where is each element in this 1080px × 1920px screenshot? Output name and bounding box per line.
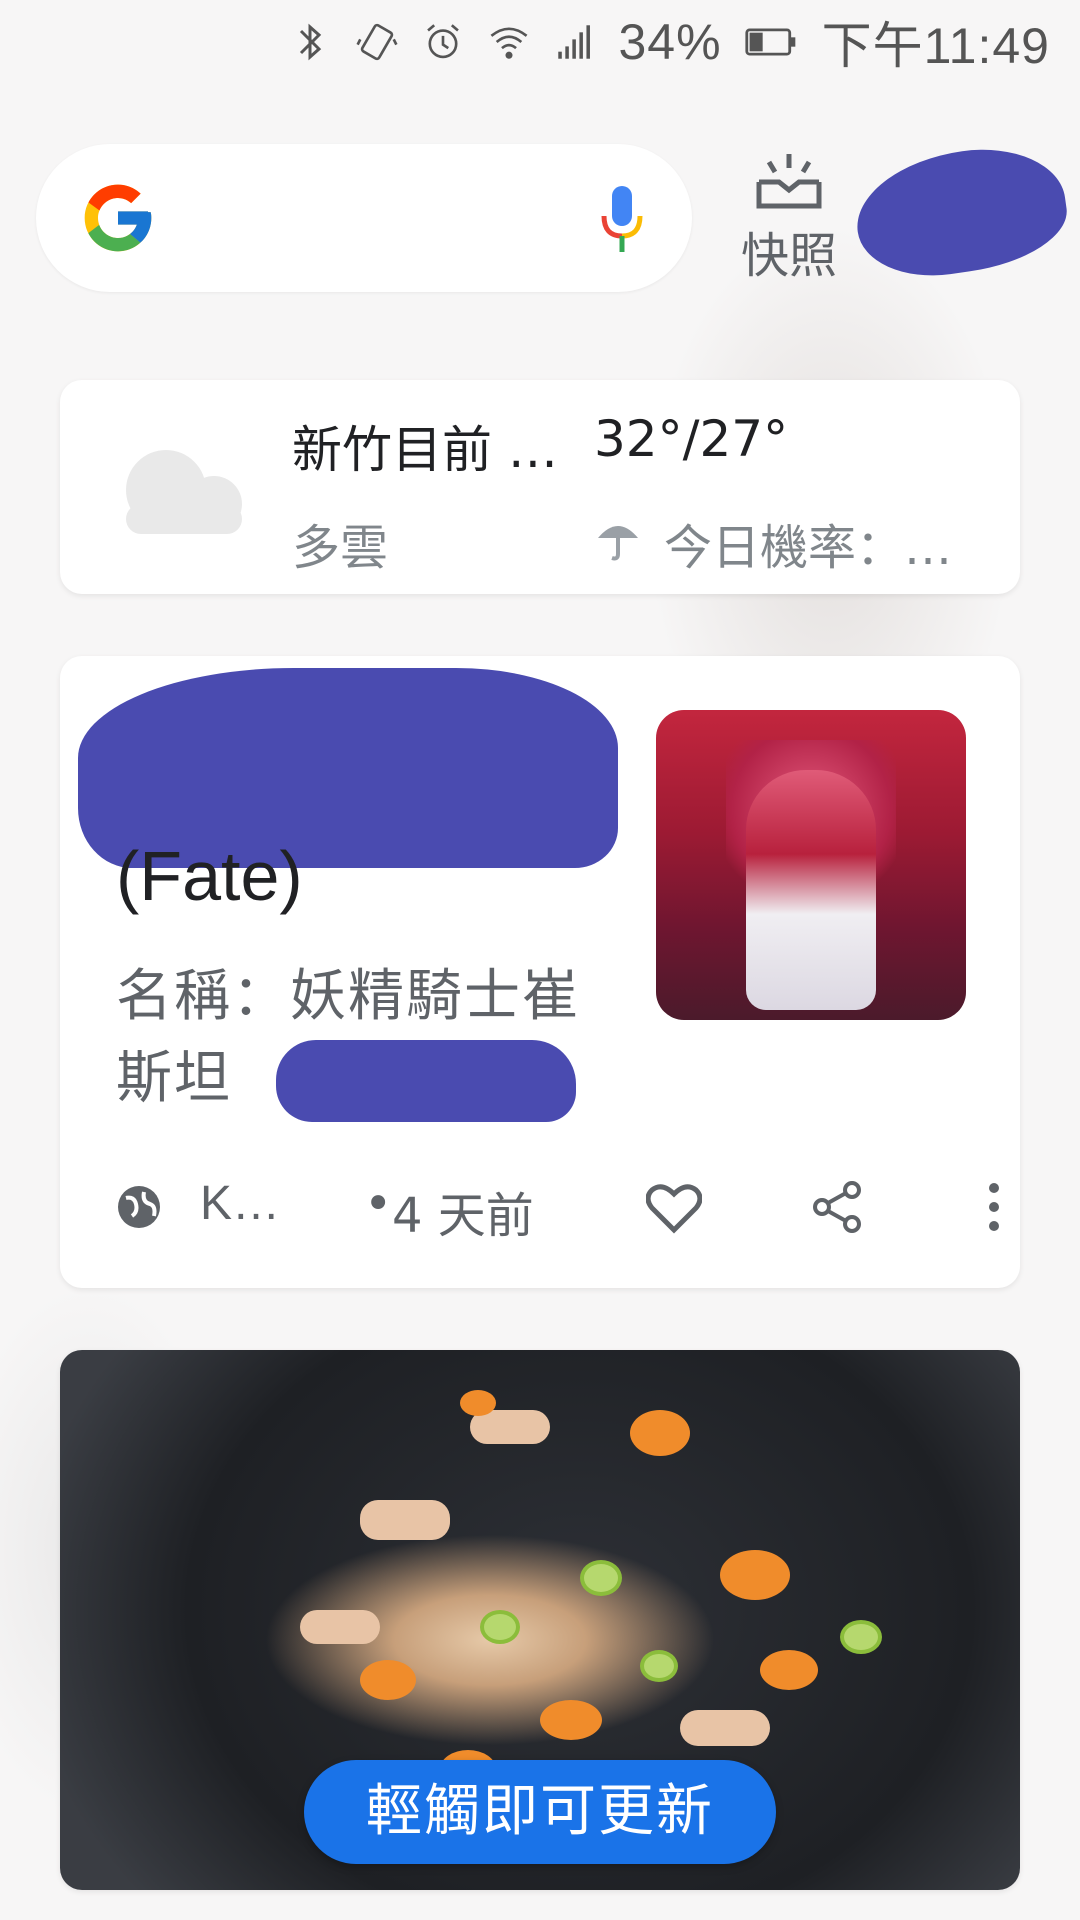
food-piece (460, 1390, 496, 1416)
weather-card[interactable]: 新竹目前 … 32°/27° 多雲 今日機率：… (60, 380, 1020, 594)
signal-icon (557, 25, 590, 59)
cloud-icon (126, 450, 242, 534)
article-card[interactable]: (Fate) 名稱：妖精騎士崔 斯坦. K… • 4 天前 (60, 656, 1020, 1288)
article-thumbnail[interactable] (656, 710, 966, 1020)
weather-temp: 32°/27° (594, 410, 789, 468)
food-piece (630, 1410, 690, 1456)
share-icon[interactable] (810, 1180, 864, 1234)
article-footer: K… • 4 天前 (116, 1172, 999, 1244)
food-piece (580, 1560, 622, 1596)
food-piece (640, 1650, 678, 1682)
google-g-icon (84, 184, 152, 252)
article-title: (Fate) (116, 837, 303, 915)
food-piece (720, 1550, 790, 1600)
snapshot-icon (756, 154, 822, 209)
weather-condition: 多雲 (292, 520, 389, 576)
food-piece (680, 1710, 770, 1746)
food-piece (300, 1610, 380, 1644)
article-age: 4 天前 (392, 1188, 534, 1244)
food-piece (540, 1700, 602, 1740)
battery-percent: 34% (618, 14, 722, 70)
weather-title: 新竹目前 … (292, 421, 558, 479)
alarm-icon (426, 24, 459, 59)
article-desc-line2: 斯坦 (116, 1046, 232, 1111)
search-bar[interactable] (36, 144, 692, 292)
heart-icon[interactable] (646, 1180, 702, 1234)
wifi-icon (490, 27, 527, 59)
redacted-text (276, 1040, 576, 1122)
article-desc-line1: 名稱：妖精騎士崔 (116, 964, 580, 1029)
food-piece (360, 1500, 450, 1540)
food-piece (360, 1660, 416, 1700)
globe-icon (118, 1186, 160, 1228)
snapshot-label: 快照 (740, 228, 837, 284)
weather-rain-chance: 今日機率：… (664, 520, 953, 576)
clock: 下午11:49 (821, 18, 1050, 74)
more-options-icon[interactable] (986, 1180, 1002, 1234)
thumbnail-figure (746, 770, 876, 1010)
battery-icon (744, 28, 795, 56)
mic-icon[interactable] (596, 182, 648, 258)
food-piece (760, 1650, 818, 1690)
status-bar: 34% 下午11:49 (0, 0, 1080, 84)
snapshot-button[interactable]: 快照 (734, 150, 844, 286)
article-source[interactable]: K… (200, 1176, 280, 1231)
separator-dot: • (364, 1176, 393, 1232)
vibrate-icon (355, 23, 398, 61)
bluetooth-icon (299, 23, 321, 61)
umbrella-icon (598, 526, 638, 561)
tap-to-refresh-button[interactable]: 輕觸即可更新 (304, 1760, 776, 1864)
food-piece (840, 1620, 882, 1654)
food-piece (480, 1610, 520, 1644)
